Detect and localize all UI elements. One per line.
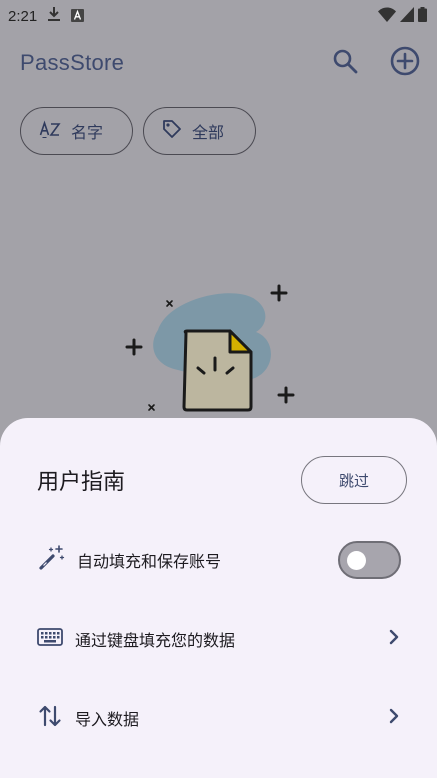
add-circle-icon	[389, 45, 421, 81]
search-button[interactable]	[327, 45, 363, 81]
import-data-row[interactable]: 导入数据	[37, 698, 401, 738]
skip-button[interactable]: 跳过	[301, 456, 407, 504]
wifi-icon	[378, 7, 396, 26]
download-icon	[47, 6, 61, 26]
autofill-switch[interactable]	[338, 541, 401, 579]
status-bar: 2:21	[0, 0, 437, 32]
sort-alpha-icon	[39, 120, 61, 142]
empty-state-illustration	[118, 280, 308, 430]
app-bar: PassStore	[0, 38, 437, 88]
sheet-header: 用户指南 跳过	[37, 456, 407, 504]
magic-wand-icon	[37, 544, 65, 576]
chevron-right-icon	[387, 707, 401, 729]
add-button[interactable]	[387, 45, 423, 81]
battery-icon	[418, 6, 427, 26]
app-title: PassStore	[20, 50, 125, 75]
app-actions	[327, 45, 423, 81]
sort-chip-label: 名字	[71, 123, 104, 142]
sheet-title: 用户指南	[37, 470, 126, 495]
tag-chip-label: 全部	[192, 123, 225, 142]
tag-chip[interactable]: 全部	[143, 107, 256, 155]
autofill-row[interactable]: 自动填充和保存账号	[37, 540, 401, 580]
keyboard-fill-row[interactable]: 通过键盘填充您的数据	[37, 619, 401, 659]
text-a-icon	[71, 7, 85, 26]
user-guide-sheet: 用户指南 跳过 自动填充和保存账号 通过键盘填充您的数据 导入数据	[0, 418, 437, 778]
keyboard-icon	[37, 627, 63, 651]
import-export-icon	[37, 703, 63, 733]
tag-icon	[162, 119, 182, 143]
sort-chip[interactable]: 名字	[20, 107, 133, 155]
switch-thumb	[347, 551, 366, 570]
signal-icon	[400, 6, 414, 26]
chevron-right-icon	[387, 628, 401, 650]
keyboard-fill-label: 通过键盘填充您的数据	[75, 631, 236, 650]
search-icon	[332, 48, 358, 78]
filter-chips: 名字 全部	[20, 107, 256, 155]
status-time: 2:21	[8, 7, 38, 25]
autofill-label: 自动填充和保存账号	[77, 552, 222, 571]
import-data-label: 导入数据	[75, 710, 140, 729]
